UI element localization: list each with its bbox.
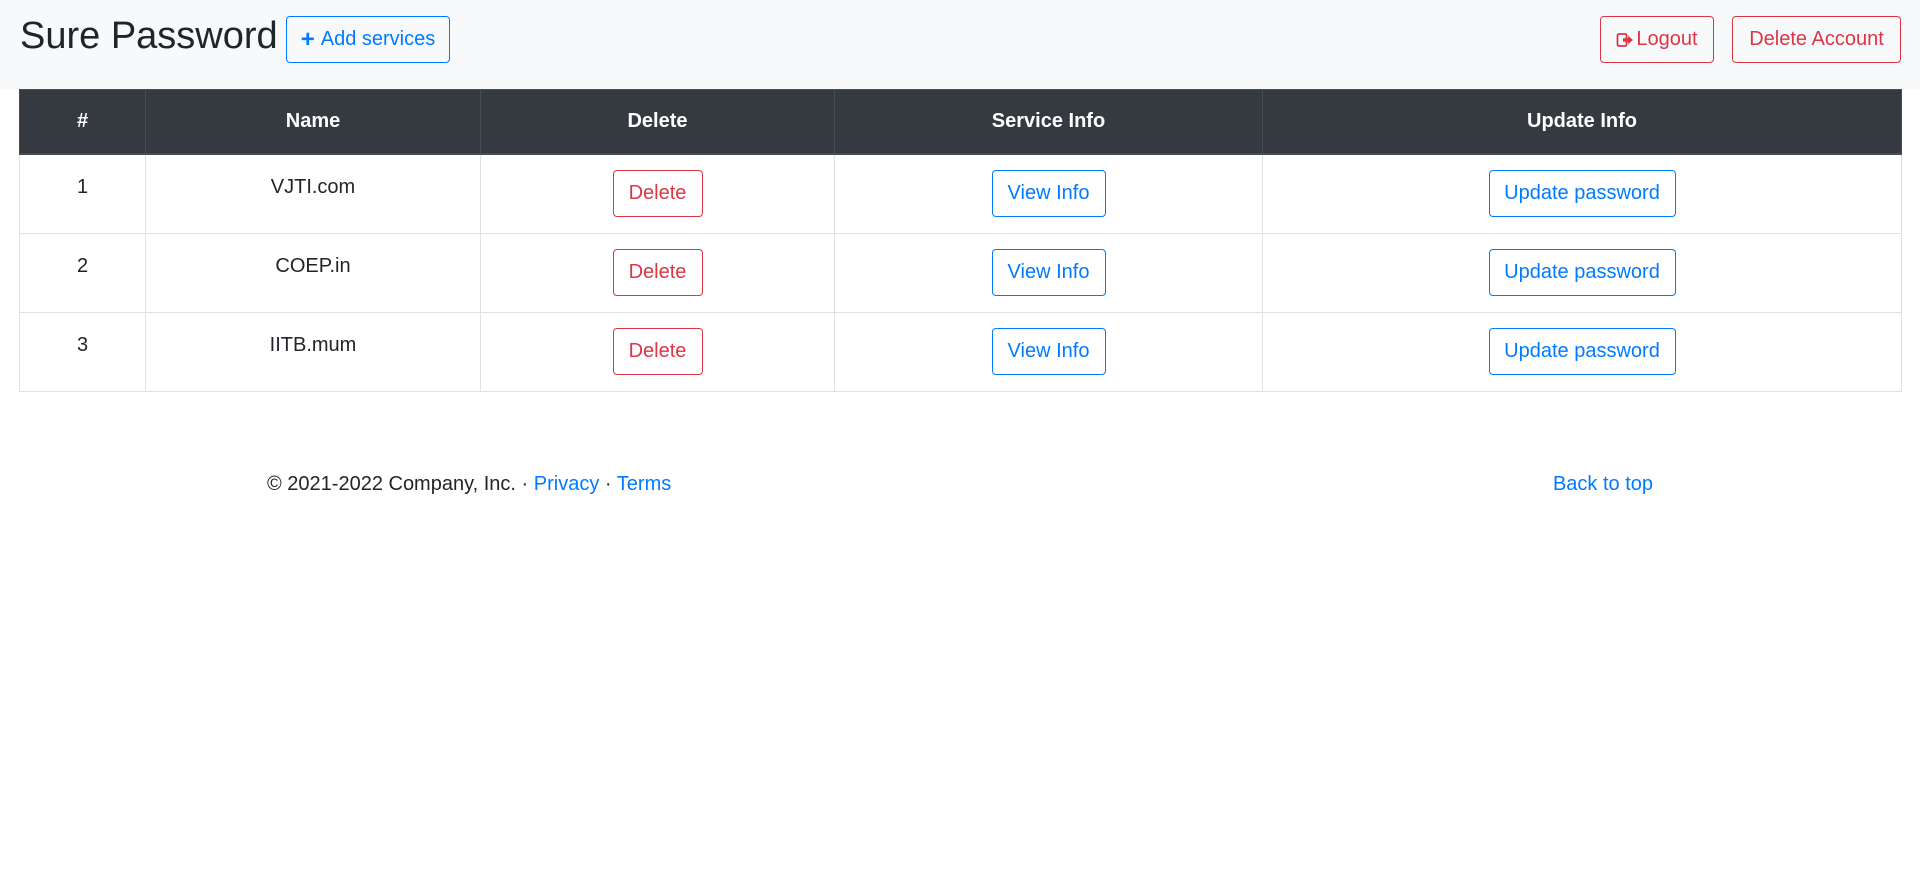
- delete-cell: Delete: [480, 312, 835, 392]
- footer-separator: ·: [604, 473, 612, 495]
- row-index-cell: 2: [19, 233, 146, 313]
- sign-out-icon: [1617, 32, 1634, 47]
- brand-title: Sure Password: [20, 15, 278, 57]
- terms-link[interactable]: Terms: [617, 473, 671, 495]
- delete-service-button[interactable]: Delete: [612, 170, 703, 217]
- view-info-button[interactable]: View Info: [991, 249, 1106, 296]
- delete-service-button[interactable]: Delete: [612, 328, 703, 375]
- column-header-index: #: [19, 89, 146, 155]
- services-table: # Name Delete Service Info Update Info 1…: [19, 89, 1902, 392]
- footer: © 2021-2022 Company, Inc. · Privacy · Te…: [267, 472, 1653, 496]
- privacy-link[interactable]: Privacy: [534, 473, 600, 495]
- row-index-cell: 1: [19, 153, 146, 234]
- update-password-button[interactable]: Update password: [1488, 249, 1676, 296]
- column-header-delete: Delete: [480, 89, 835, 155]
- table-row: 2 COEP.in Delete View Info Update passwo…: [19, 233, 1902, 313]
- delete-account-label: Delete Account: [1749, 28, 1884, 50]
- logout-button[interactable]: Logout: [1600, 16, 1714, 63]
- service-name: VJTI.com: [270, 176, 356, 198]
- view-info-button[interactable]: View Info: [991, 328, 1106, 375]
- update-info-cell: Update password: [1262, 153, 1902, 234]
- delete-cell: Delete: [480, 153, 835, 234]
- row-index-cell: 3: [19, 312, 146, 392]
- table-row: 1 VJTI.com Delete View Info Update passw…: [19, 153, 1902, 234]
- column-header-update-info: Update Info: [1262, 89, 1902, 155]
- delete-service-button[interactable]: Delete: [612, 249, 703, 296]
- service-name: COEP.in: [275, 255, 351, 277]
- service-info-cell: View Info: [834, 153, 1263, 234]
- service-name-cell: COEP.in: [145, 233, 481, 313]
- logout-label: Logout: [1636, 28, 1698, 50]
- column-header-service-info: Service Info: [834, 89, 1263, 155]
- view-info-button[interactable]: View Info: [991, 170, 1106, 217]
- add-services-button[interactable]: + Add services: [286, 16, 450, 63]
- footer-separator: ·: [521, 473, 529, 495]
- table-header-row: # Name Delete Service Info Update Info: [19, 89, 1902, 155]
- column-header-name: Name: [145, 89, 481, 155]
- plus-icon: +: [300, 25, 315, 53]
- service-name: IITB.mum: [269, 334, 357, 356]
- service-info-cell: View Info: [834, 233, 1263, 313]
- delete-account-button[interactable]: Delete Account: [1732, 16, 1901, 63]
- back-to-top-link[interactable]: Back to top: [1553, 472, 1653, 496]
- update-info-cell: Update password: [1262, 312, 1902, 392]
- service-name-cell: IITB.mum: [145, 312, 481, 392]
- row-index: 3: [76, 334, 89, 356]
- table-row: 3 IITB.mum Delete View Info Update passw…: [19, 312, 1902, 392]
- service-name-cell: VJTI.com: [145, 153, 481, 234]
- add-services-label: Add services: [320, 28, 436, 50]
- service-info-cell: View Info: [834, 312, 1263, 392]
- copyright-text: © 2021-2022 Company, Inc.: [267, 473, 516, 495]
- update-info-cell: Update password: [1262, 233, 1902, 313]
- row-index: 2: [76, 255, 89, 277]
- update-password-button[interactable]: Update password: [1488, 328, 1676, 375]
- update-password-button[interactable]: Update password: [1488, 170, 1676, 217]
- navbar: Sure Password + Add services Logout Dele…: [0, 0, 1920, 89]
- delete-cell: Delete: [480, 233, 835, 313]
- row-index: 1: [76, 176, 89, 198]
